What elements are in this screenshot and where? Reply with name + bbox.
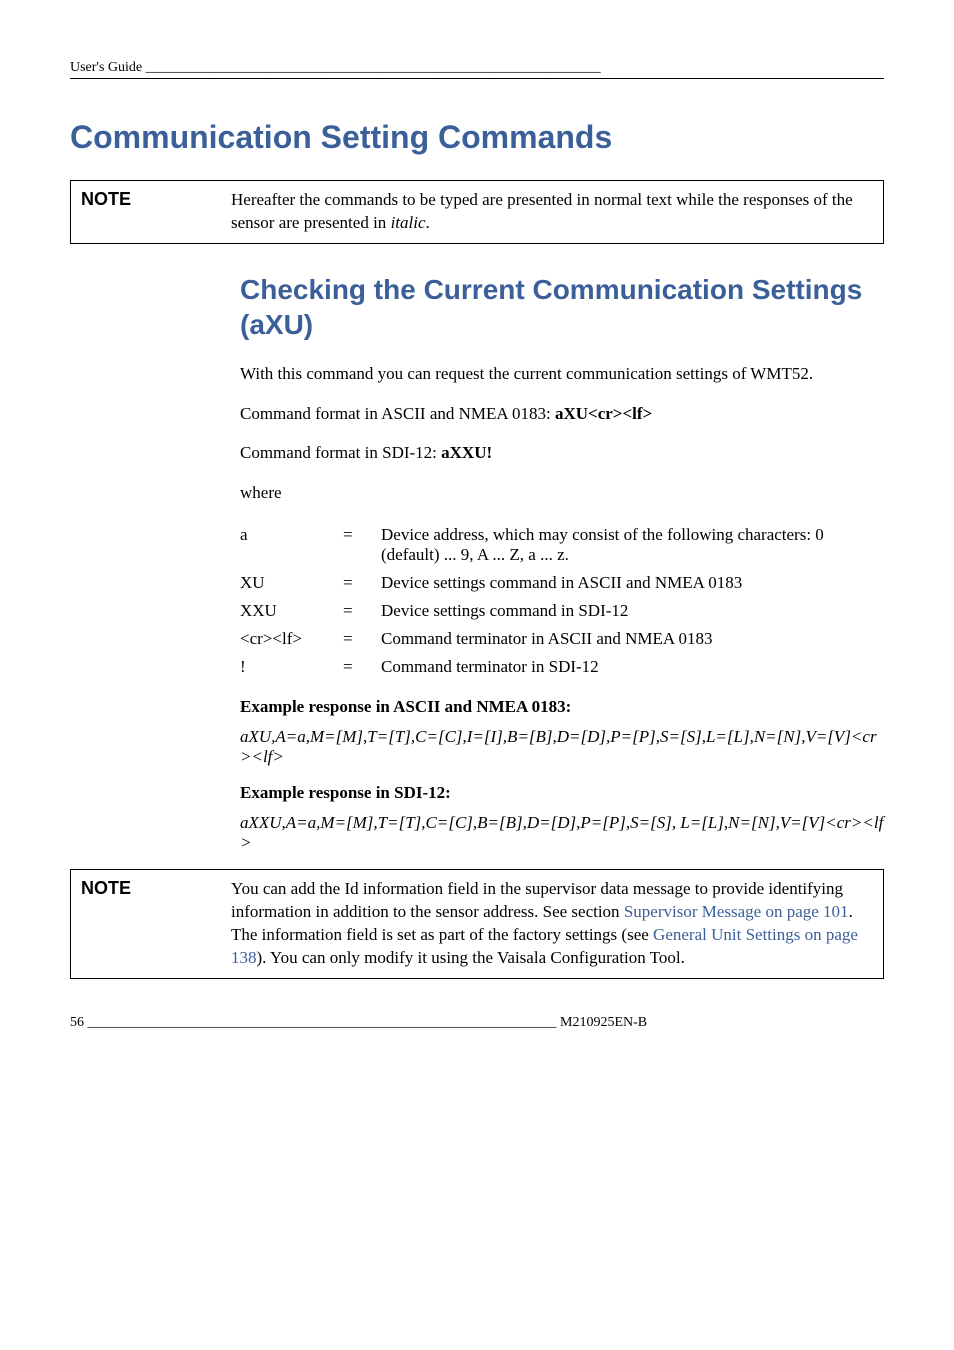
- table-row: XU=Device settings command in ASCII and …: [240, 569, 884, 597]
- where-eq: =: [343, 653, 381, 681]
- table-row: a=Device address, which may consist of t…: [240, 521, 884, 569]
- where-key: <cr><lf>: [240, 625, 343, 653]
- section-heading: Checking the Current Communication Setti…: [240, 272, 884, 342]
- where-label: where: [240, 481, 884, 505]
- cmd-sdi12-bold: aXXU!: [441, 443, 492, 462]
- where-value: Device settings command in SDI-12: [381, 597, 884, 625]
- cmd-ascii-pre: Command format in ASCII and NMEA 0183:: [240, 404, 555, 423]
- example2-heading: Example response in SDI-12:: [240, 783, 884, 803]
- table-row: XXU=Device settings command in SDI-12: [240, 597, 884, 625]
- footer-left: 56 _____________________________________…: [70, 1015, 647, 1031]
- note2-text-3: ). You can only modify it using the Vais…: [257, 948, 685, 967]
- where-key: XU: [240, 569, 343, 597]
- note-body: Hereafter the commands to be typed are p…: [231, 189, 873, 235]
- example1-body: aXU,A=a,M=[M],T=[T],C=[C],I=[I],B=[B],D=…: [240, 727, 884, 767]
- cmd-sdi12-pre: Command format in SDI-12:: [240, 443, 441, 462]
- note-box-1: NOTE Hereafter the commands to be typed …: [70, 180, 884, 244]
- where-table: a=Device address, which may consist of t…: [240, 521, 884, 681]
- where-value: Command terminator in ASCII and NMEA 018…: [381, 625, 884, 653]
- where-eq: =: [343, 521, 381, 569]
- cmd-ascii-bold: aXU<cr><lf>: [555, 404, 652, 423]
- example2-body: aXXU,A=a,M=[M],T=[T],C=[C],B=[B],D=[D],P…: [240, 813, 884, 853]
- footer-page-number: 56 _____________________________________…: [70, 1015, 560, 1030]
- where-eq: =: [343, 625, 381, 653]
- where-key: XXU: [240, 597, 343, 625]
- where-eq: =: [343, 597, 381, 625]
- page-title: Communication Setting Commands: [70, 119, 884, 156]
- content-column: Checking the Current Communication Setti…: [240, 272, 884, 853]
- footer-doc-id: M210925EN-B: [560, 1015, 647, 1030]
- example1-heading: Example response in ASCII and NMEA 0183:: [240, 697, 884, 717]
- note1-text-post: .: [426, 213, 430, 232]
- where-value: Device settings command in ASCII and NME…: [381, 569, 884, 597]
- running-head: User's Guide ___________________________…: [70, 60, 884, 79]
- paragraph-cmd-ascii: Command format in ASCII and NMEA 0183: a…: [240, 402, 884, 426]
- where-value: Device address, which may consist of the…: [381, 521, 884, 569]
- note2-link-1[interactable]: Supervisor Message on page 101: [624, 902, 849, 921]
- where-key: a: [240, 521, 343, 569]
- table-row: !=Command terminator in SDI-12: [240, 653, 884, 681]
- note1-text-pre: Hereafter the commands to be typed are p…: [231, 190, 853, 232]
- paragraph-intro: With this command you can request the cu…: [240, 362, 884, 386]
- note-label: NOTE: [81, 878, 231, 899]
- note-body: You can add the Id information field in …: [231, 878, 873, 970]
- where-value: Command terminator in SDI-12: [381, 653, 884, 681]
- table-row: <cr><lf>=Command terminator in ASCII and…: [240, 625, 884, 653]
- page-footer: 56 _____________________________________…: [70, 1015, 884, 1031]
- note-label: NOTE: [81, 189, 231, 210]
- note-box-2: NOTE You can add the Id information fiel…: [70, 869, 884, 979]
- note1-text-ital: italic: [391, 213, 426, 232]
- paragraph-cmd-sdi12: Command format in SDI-12: aXXU!: [240, 441, 884, 465]
- where-eq: =: [343, 569, 381, 597]
- where-key: !: [240, 653, 343, 681]
